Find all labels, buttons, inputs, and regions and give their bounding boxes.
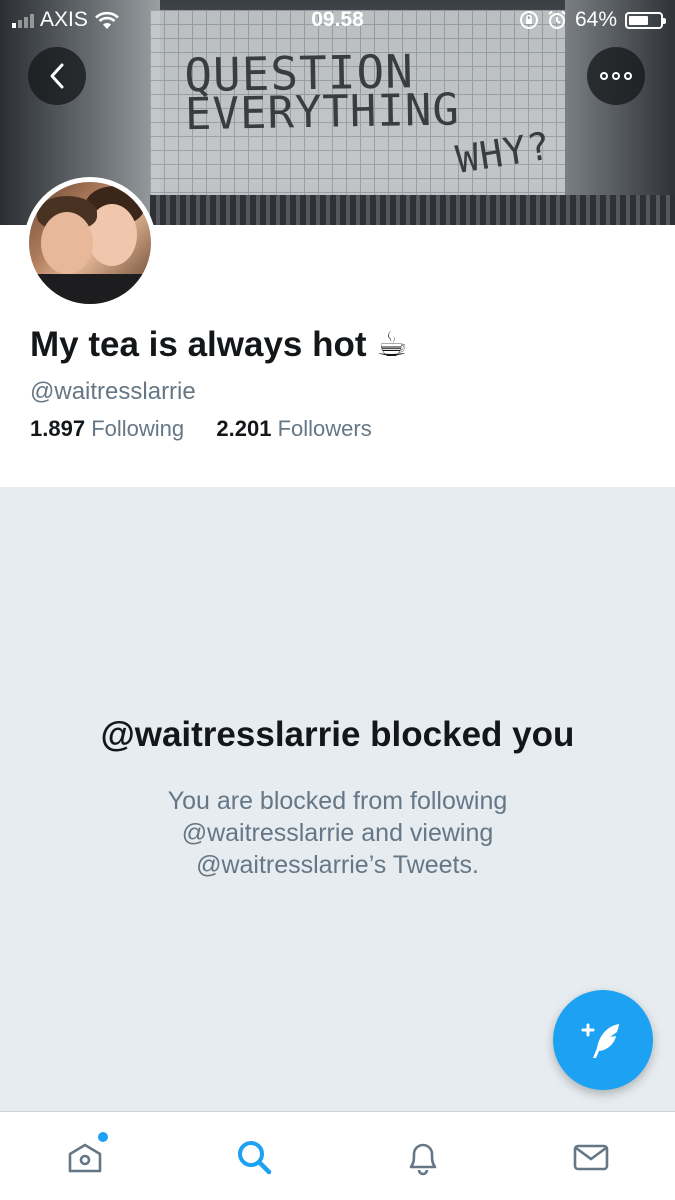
following-label: Following xyxy=(91,416,185,441)
banner-graffiti: QUESTION EVERYTHING WHY? xyxy=(184,44,555,182)
banner-graffiti-line-3: WHY? xyxy=(452,123,555,182)
rotation-lock-icon xyxy=(519,11,538,29)
more-options-button[interactable] xyxy=(587,47,645,105)
battery-level-fill xyxy=(629,15,648,25)
back-button[interactable] xyxy=(28,47,86,105)
status-bar: AXIS 09.58 64% xyxy=(0,0,675,40)
blocked-title: @waitresslarrie blocked you xyxy=(100,715,575,754)
tab-messages[interactable] xyxy=(566,1132,616,1182)
profile-display-name: My tea is always hot ☕ xyxy=(30,325,408,364)
alarm-icon xyxy=(548,10,566,29)
more-options-icon xyxy=(600,72,632,80)
battery-icon xyxy=(625,11,666,29)
followers-count: 2.201 xyxy=(216,416,272,441)
bottom-tab-bar xyxy=(0,1111,675,1200)
mail-icon xyxy=(573,1144,609,1171)
compose-tweet-button[interactable] xyxy=(553,990,653,1090)
search-icon xyxy=(238,1141,272,1175)
followers-label: Followers xyxy=(277,416,372,441)
following-link[interactable]: 1.897 Following xyxy=(30,416,190,441)
profile-handle: @waitresslarrie xyxy=(30,378,196,405)
avatar[interactable] xyxy=(24,177,156,309)
profile-stats: 1.897 Following 2.201 Followers xyxy=(30,416,372,442)
home-icon xyxy=(68,1143,102,1173)
avatar-photo xyxy=(29,182,151,304)
following-count: 1.897 xyxy=(30,416,86,441)
status-bar-right: 64% xyxy=(519,8,666,32)
tab-search[interactable] xyxy=(229,1132,279,1182)
compose-tweet-icon xyxy=(581,1023,619,1058)
banner-floor xyxy=(150,195,675,225)
banner-graffiti-line-2: EVERYTHING xyxy=(184,84,461,141)
home-notification-dot xyxy=(98,1132,108,1142)
tab-notifications[interactable] xyxy=(398,1132,448,1182)
blocked-message: You are blocked from following @waitress… xyxy=(167,787,508,879)
chevron-left-icon xyxy=(50,63,64,89)
battery-percent: 64% xyxy=(574,8,617,31)
bell-icon xyxy=(409,1143,437,1176)
followers-link[interactable]: 2.201 Followers xyxy=(216,416,371,441)
tab-home[interactable] xyxy=(60,1132,110,1182)
